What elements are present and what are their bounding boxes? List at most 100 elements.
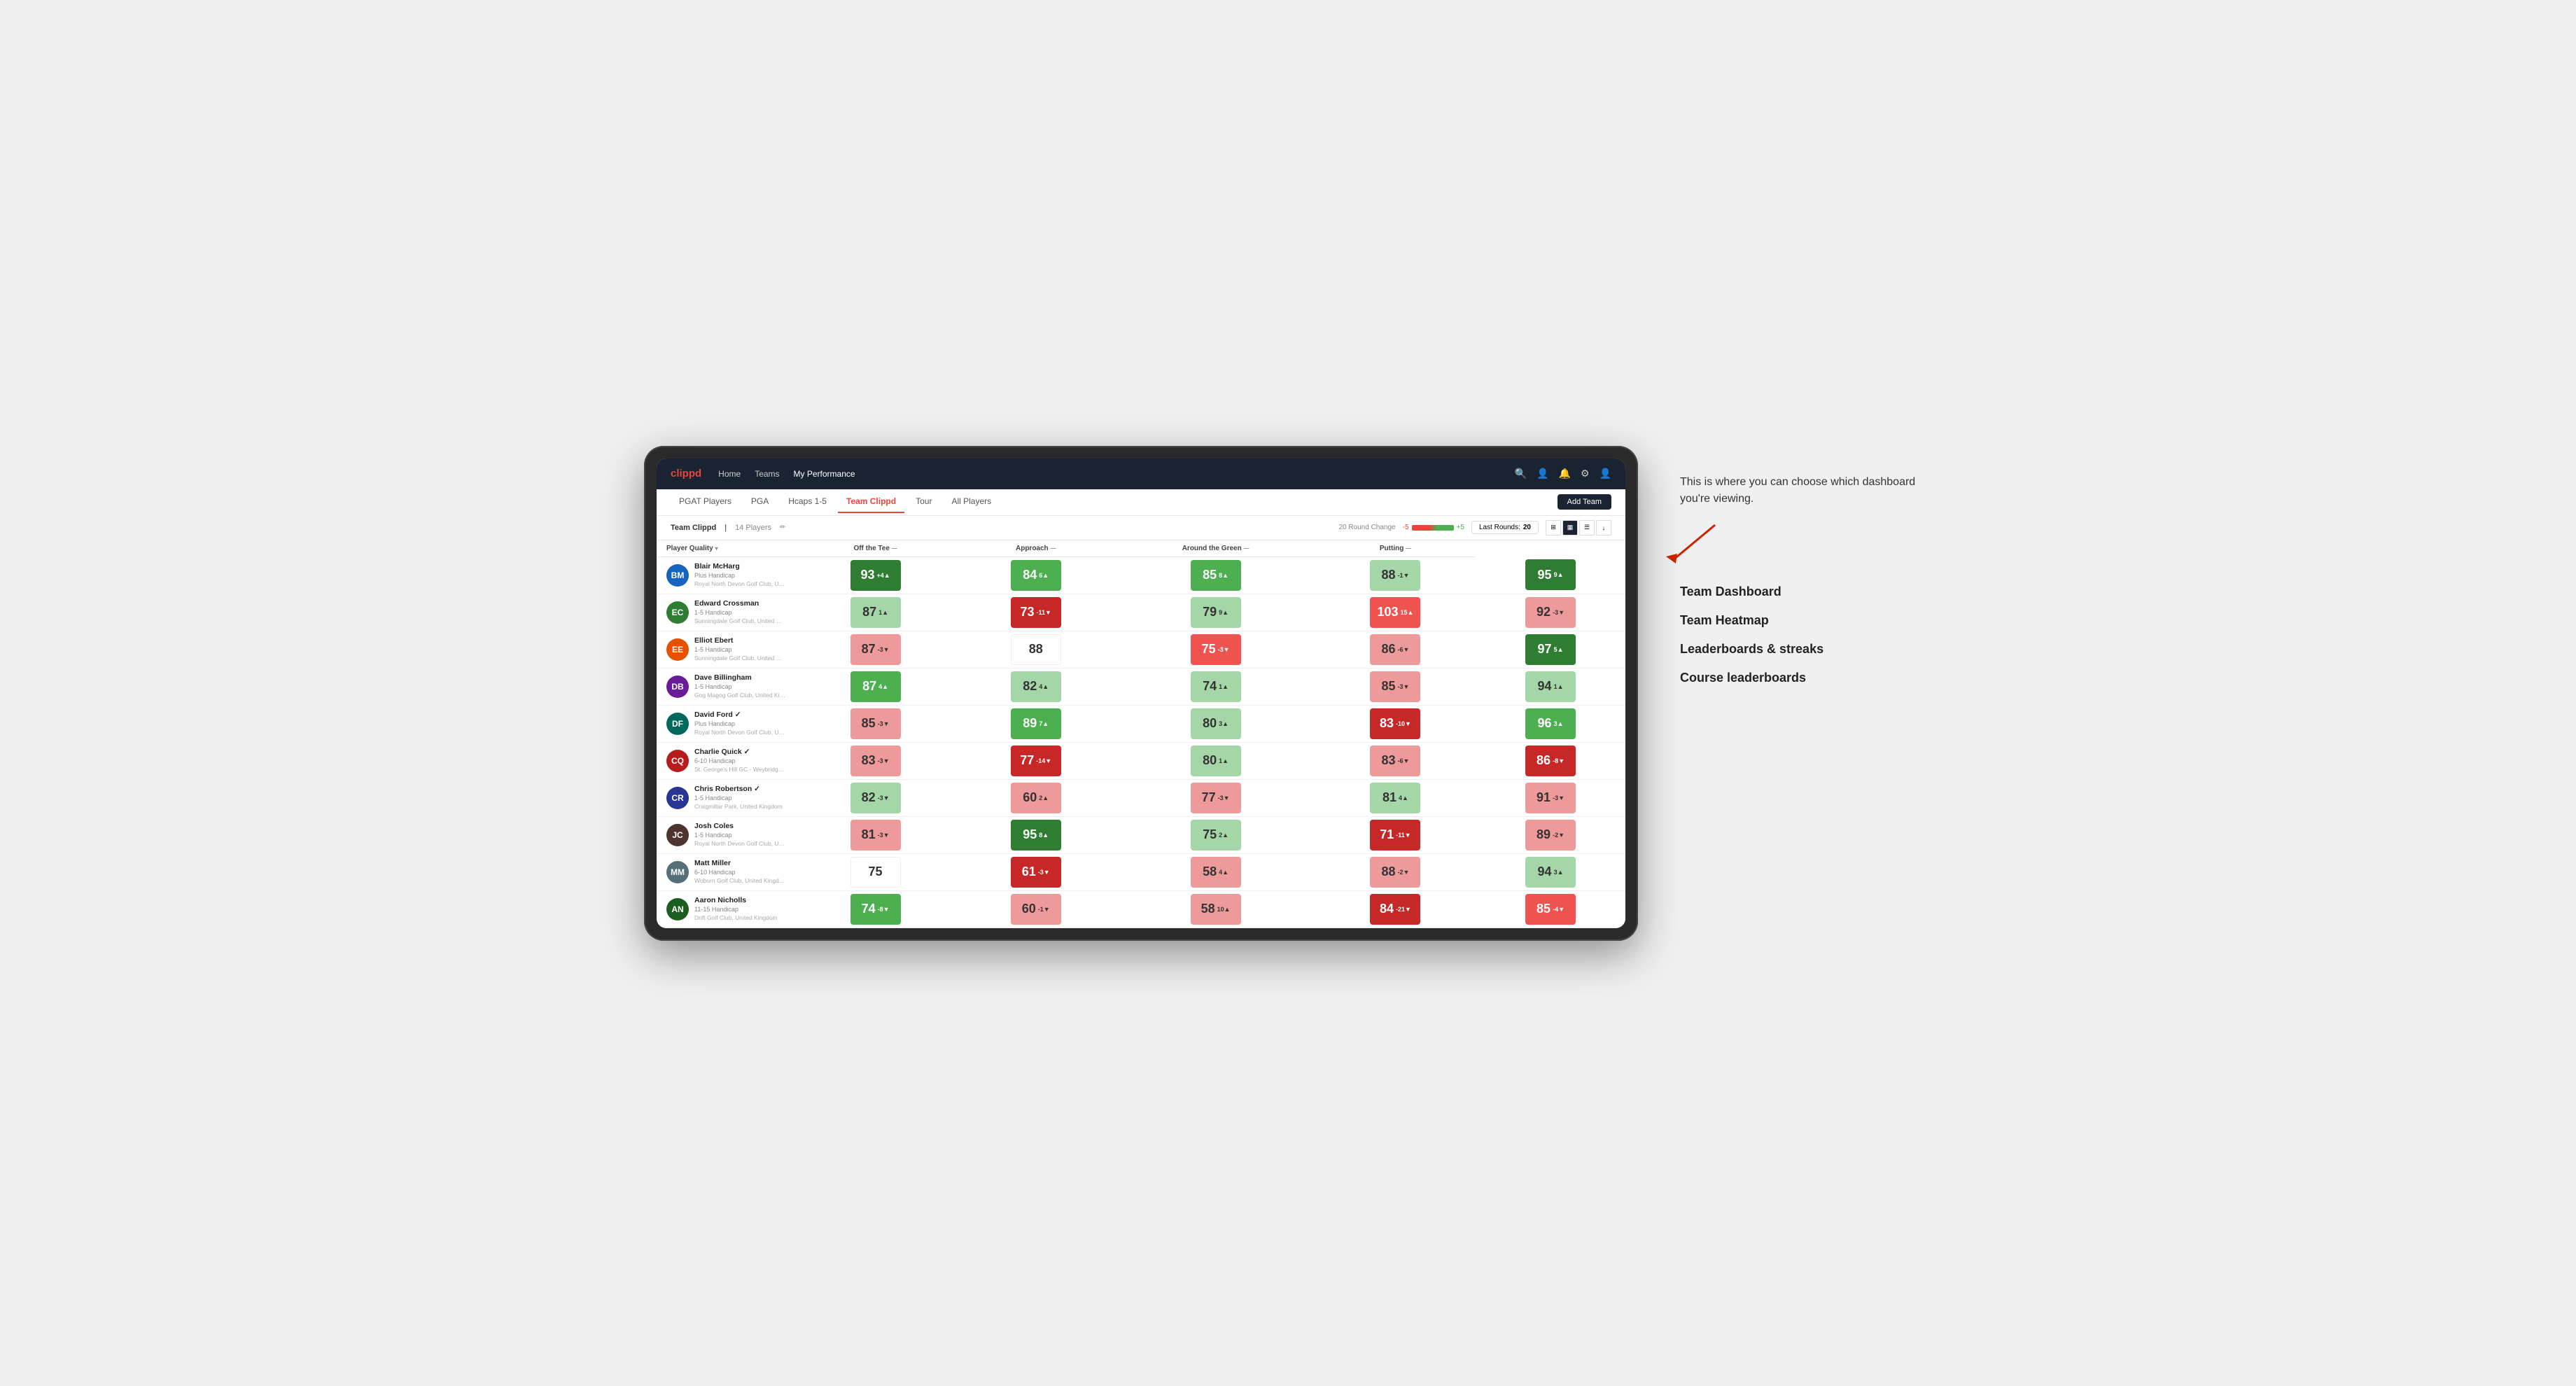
score-main-2-4: 97	[1538, 642, 1552, 657]
score-change-7-3: -11▼	[1396, 832, 1410, 839]
player-table-body: BM Blair McHarg Plus Handicap Royal Nort…	[657, 556, 1625, 927]
score-change-4-4: 3▲	[1554, 720, 1564, 727]
search-icon[interactable]: 🔍	[1515, 468, 1527, 479]
table-row[interactable]: CR Chris Robertson ✓ 1-5 Handicap Craigm…	[657, 779, 1625, 816]
table-row[interactable]: BM Blair McHarg Plus Handicap Royal Nort…	[657, 556, 1625, 594]
player-club-6: Craigmillar Park, United Kingdom	[694, 803, 783, 811]
score-change-2-2: -3▼	[1218, 646, 1230, 653]
nav-link-teams[interactable]: Teams	[755, 469, 779, 479]
table-row[interactable]: JC Josh Coles 1-5 Handicap Royal North D…	[657, 816, 1625, 853]
score-box-4-1: 897▲	[1011, 708, 1061, 739]
score-box-7-3: 71-11▼	[1370, 820, 1420, 850]
tab-pga[interactable]: PGA	[743, 491, 777, 513]
tab-pgat[interactable]: PGAT Players	[671, 491, 740, 513]
table-row[interactable]: CQ Charlie Quick ✓ 6-10 Handicap St. Geo…	[657, 742, 1625, 779]
table-row[interactable]: DF David Ford ✓ Plus Handicap Royal Nort…	[657, 705, 1625, 742]
col-header-putting[interactable]: Putting —	[1315, 540, 1476, 557]
score-change-0-4: 9▲	[1554, 571, 1564, 578]
view-grid-button[interactable]: ⊞	[1546, 520, 1561, 536]
score-main-3-0: 87	[862, 679, 876, 694]
sort-arrow-putting: —	[1406, 545, 1411, 552]
score-cell-5-4: 86-8▼	[1476, 742, 1625, 779]
player-hcap-3: 1-5 Handicap	[694, 683, 785, 692]
add-team-button[interactable]: Add Team	[1558, 494, 1611, 510]
player-club-0: Royal North Devon Golf Club, United King…	[694, 580, 785, 588]
table-row[interactable]: EE Elliot Ebert 1-5 Handicap Sunningdale…	[657, 631, 1625, 668]
player-cell-8: MM Matt Miller 6-10 Handicap Woburn Golf…	[657, 853, 795, 890]
bell-icon[interactable]: 🔔	[1559, 468, 1571, 479]
score-box-4-4: 963▲	[1525, 708, 1576, 739]
tab-tour[interactable]: Tour	[907, 491, 940, 513]
score-box-7-1: 958▲	[1011, 820, 1061, 850]
score-change-5-1: -14▼	[1036, 757, 1051, 764]
score-change-8-3: -2▼	[1398, 869, 1410, 876]
score-box-4-3: 83-10▼	[1370, 708, 1420, 739]
annotation-item-2: Leaderboards & streaks	[1680, 642, 1932, 657]
score-cell-7-1: 958▲	[955, 816, 1116, 853]
score-box-7-2: 752▲	[1191, 820, 1241, 850]
col-header-tee[interactable]: Off the Tee —	[795, 540, 955, 557]
score-change-9-3: -21▼	[1396, 906, 1411, 913]
last-rounds-button[interactable]: Last Rounds: 20	[1471, 521, 1539, 534]
view-heatmap-button[interactable]: ▦	[1562, 520, 1578, 536]
user-icon[interactable]: 👤	[1536, 468, 1548, 479]
score-main-8-2: 58	[1203, 864, 1217, 879]
score-change-7-0: -3▼	[878, 832, 890, 839]
score-cell-0-0: 93+4▲	[795, 556, 955, 594]
score-box-6-0: 82-3▼	[850, 783, 901, 813]
edit-icon[interactable]: ✏	[780, 524, 785, 531]
table-row[interactable]: EC Edward Crossman 1-5 Handicap Sunningd…	[657, 594, 1625, 631]
score-box-4-0: 85-3▼	[850, 708, 901, 739]
player-name-0: Blair McHarg	[694, 562, 785, 572]
tab-all-players[interactable]: All Players	[943, 491, 1000, 513]
score-cell-2-0: 87-3▼	[795, 631, 955, 668]
nav-link-myperformance[interactable]: My Performance	[794, 469, 855, 479]
score-main-8-3: 88	[1382, 864, 1396, 879]
player-hcap-6: 1-5 Handicap	[694, 794, 783, 803]
nav-link-home[interactable]: Home	[718, 469, 741, 479]
tab-hcaps[interactable]: Hcaps 1-5	[780, 491, 835, 513]
player-name-8: Matt Miller	[694, 859, 785, 869]
score-cell-6-2: 77-3▼	[1116, 779, 1315, 816]
table-row[interactable]: MM Matt Miller 6-10 Handicap Woburn Golf…	[657, 853, 1625, 890]
player-cell-3: DB Dave Billingham 1-5 Handicap Gog Mago…	[657, 668, 795, 705]
col-header-around[interactable]: Around the Green —	[1116, 540, 1315, 557]
score-change-7-4: -2▼	[1553, 832, 1564, 839]
score-box-9-2: 5810▲	[1191, 894, 1241, 925]
score-box-9-3: 84-21▼	[1370, 894, 1420, 925]
player-club-9: Drift Golf Club, United Kingdom	[694, 914, 778, 922]
player-cell-2: EE Elliot Ebert 1-5 Handicap Sunningdale…	[657, 631, 795, 668]
score-change-6-3: 4▲	[1399, 794, 1408, 802]
view-list-button[interactable]: ☰	[1579, 520, 1595, 536]
player-club-7: Royal North Devon Golf Club, United King…	[694, 840, 785, 848]
score-box-0-1: 846▲	[1011, 560, 1061, 591]
player-hcap-4: Plus Handicap	[694, 720, 785, 729]
score-cell-0-4: 959▲	[1476, 556, 1625, 594]
score-cell-3-1: 824▲	[955, 668, 1116, 705]
table-row[interactable]: DB Dave Billingham 1-5 Handicap Gog Mago…	[657, 668, 1625, 705]
score-main-0-3: 88	[1382, 568, 1396, 582]
col-header-approach[interactable]: Approach —	[955, 540, 1116, 557]
score-change-6-2: -3▼	[1218, 794, 1230, 802]
score-main-7-0: 81	[862, 827, 876, 842]
score-main-4-2: 80	[1203, 716, 1217, 731]
col-header-player[interactable]: Player Quality ▾	[657, 540, 795, 557]
score-cell-6-4: 91-3▼	[1476, 779, 1625, 816]
change-pos: +5	[1457, 524, 1464, 531]
sort-arrow-around: —	[1244, 545, 1250, 552]
avatar-9: AN	[666, 898, 689, 920]
score-box-6-4: 91-3▼	[1525, 783, 1576, 813]
score-cell-3-3: 85-3▼	[1315, 668, 1476, 705]
score-cell-2-2: 75-3▼	[1116, 631, 1315, 668]
score-main-4-1: 89	[1023, 716, 1037, 731]
tab-team-clippd[interactable]: Team Clippd	[838, 491, 904, 513]
score-change-2-0: -3▼	[878, 646, 890, 653]
score-cell-1-4: 92-3▼	[1476, 594, 1625, 631]
table-row[interactable]: AN Aaron Nicholls 11-15 Handicap Drift G…	[657, 890, 1625, 927]
score-box-8-1: 61-3▼	[1011, 857, 1061, 888]
settings-icon[interactable]: ⚙	[1581, 468, 1590, 479]
view-export-button[interactable]: ↓	[1596, 520, 1611, 536]
avatar-icon[interactable]: 👤	[1600, 468, 1611, 479]
score-box-1-4: 92-3▼	[1525, 597, 1576, 628]
round-change-label: 20 Round Change	[1338, 524, 1395, 531]
